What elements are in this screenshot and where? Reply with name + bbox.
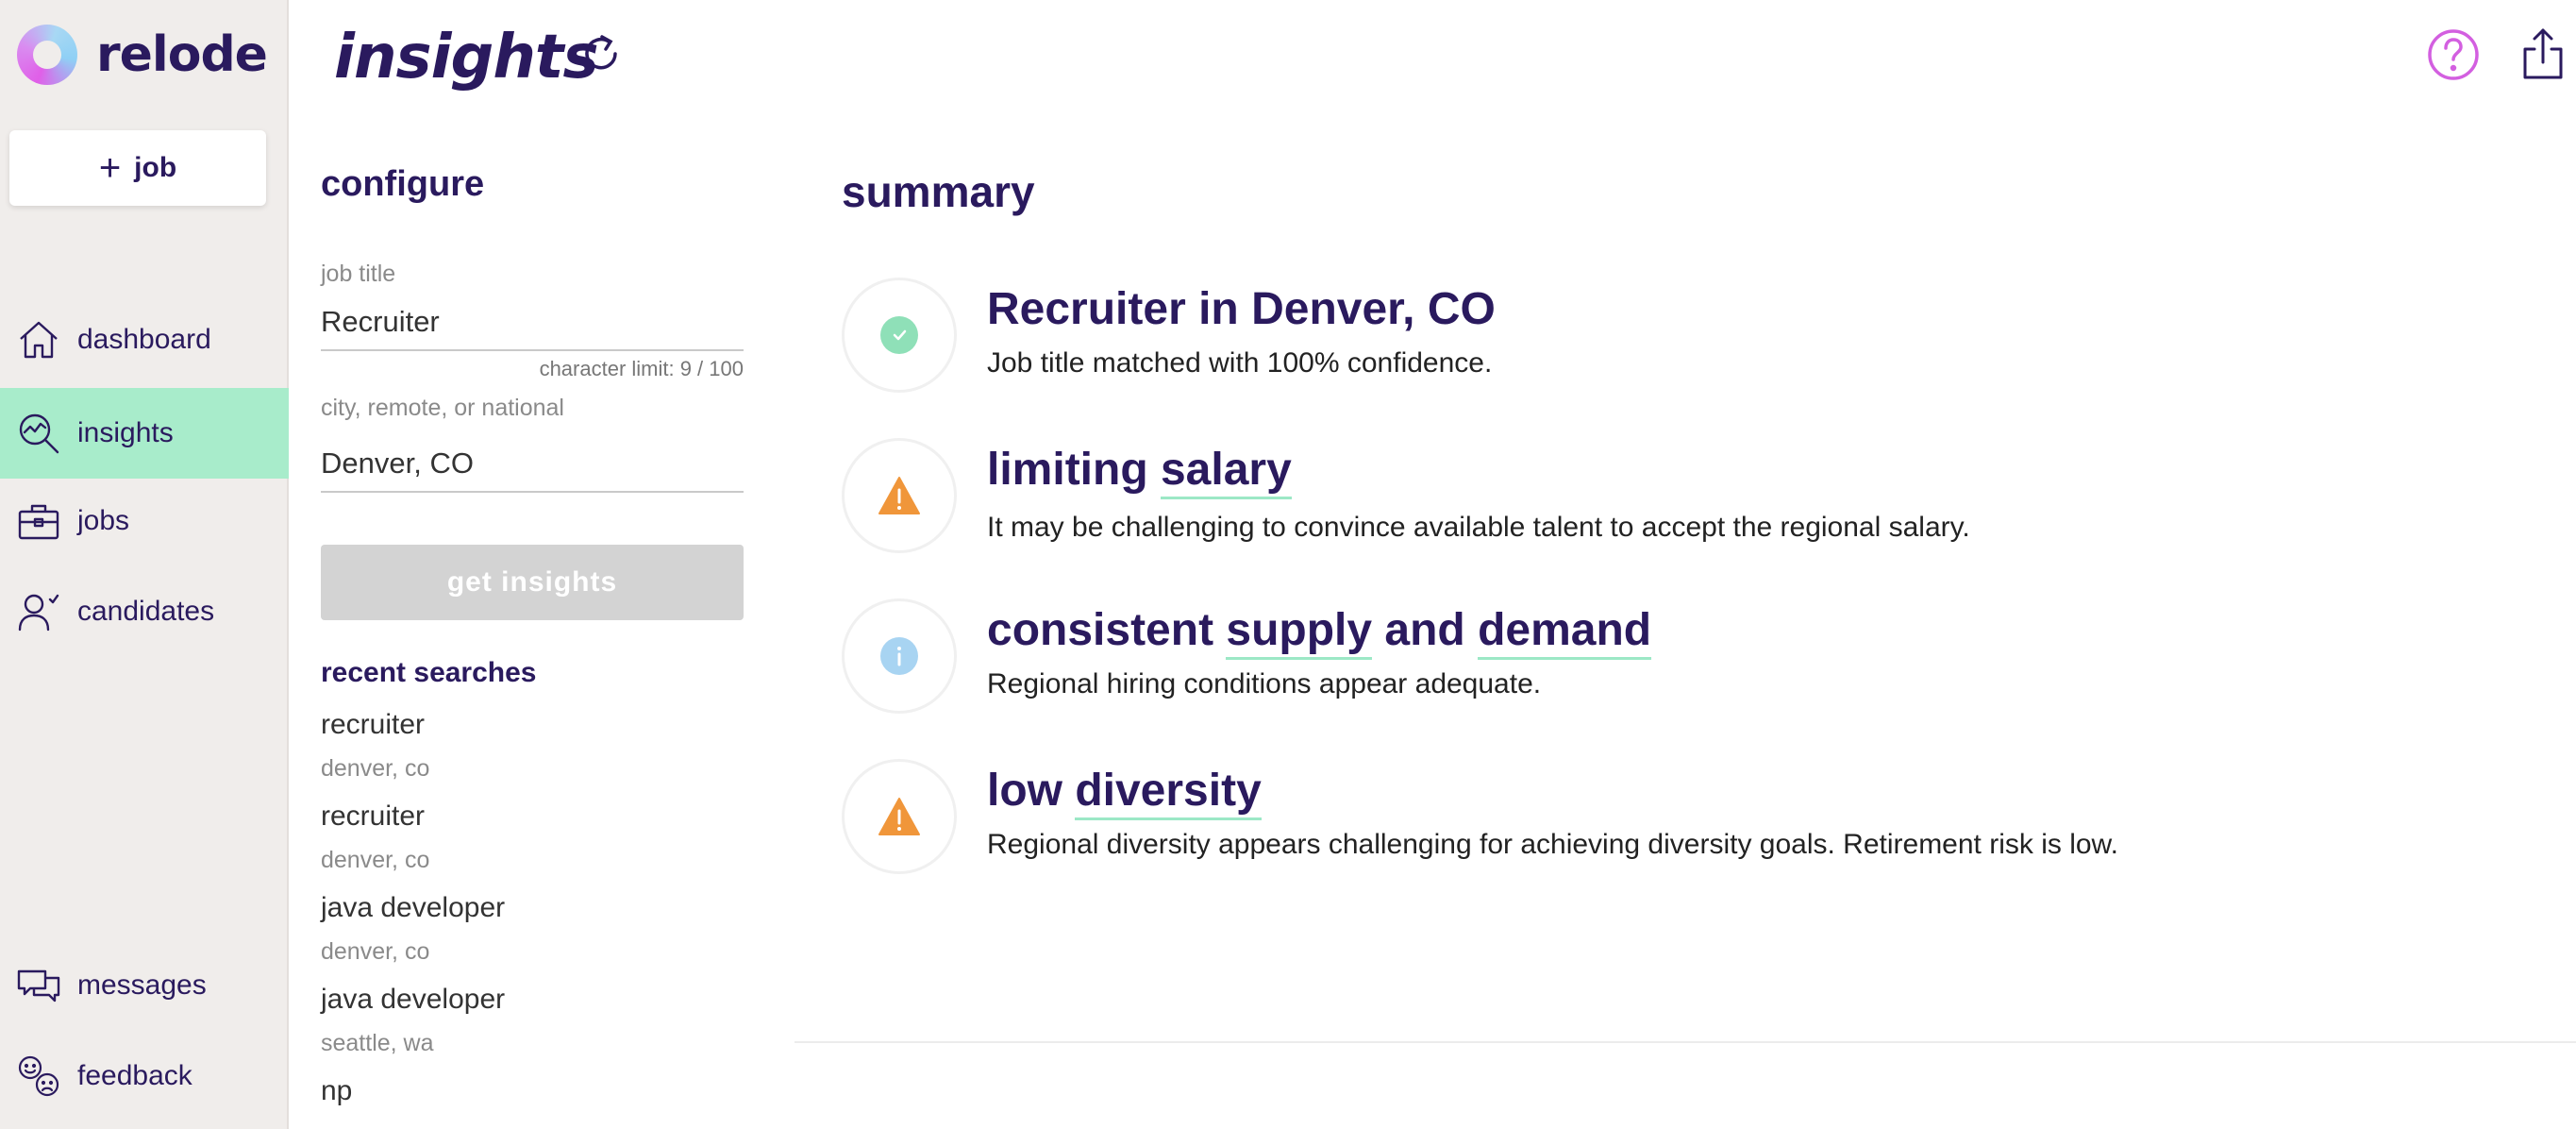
heading-text: and bbox=[1372, 605, 1479, 655]
info-icon bbox=[880, 637, 918, 675]
recent-search-location: seattle, wa bbox=[321, 1030, 434, 1056]
heading-text: low bbox=[987, 766, 1076, 816]
insights-icon bbox=[19, 413, 59, 454]
sidebar-item-label: messages bbox=[77, 969, 207, 1001]
recent-search-location: denver, co bbox=[321, 938, 430, 965]
messages-icon bbox=[17, 969, 60, 1003]
logo[interactable]: relode bbox=[17, 23, 268, 87]
sidebar-item-jobs[interactable]: jobs bbox=[0, 487, 289, 555]
recent-search-location: denver, co bbox=[321, 755, 430, 782]
summary-row-job-match: Recruiter in Denver, CO Job title matche… bbox=[842, 278, 2540, 400]
recent-search-job: np bbox=[321, 1075, 353, 1106]
logo-mark-icon bbox=[17, 25, 77, 85]
plus-icon: + bbox=[98, 147, 122, 189]
summary-row-heading: low diversity bbox=[987, 765, 1262, 820]
location-label: city, remote, or national bbox=[321, 395, 564, 421]
summary-row-description: It may be challenging to convince availa… bbox=[987, 512, 1970, 543]
heading-text: limiting bbox=[987, 445, 1161, 495]
summary-row-heading: consistent supply and demand bbox=[987, 604, 1652, 660]
sidebar-item-label: candidates bbox=[77, 596, 215, 627]
summary-row-description: Job title matched with 100% confidence. bbox=[987, 347, 1493, 379]
help-icon[interactable] bbox=[2427, 28, 2480, 81]
sidebar-item-feedback[interactable]: feedback bbox=[0, 1042, 289, 1110]
recent-search-item[interactable]: np bbox=[321, 1072, 755, 1129]
status-circle bbox=[842, 438, 957, 553]
status-circle bbox=[842, 759, 957, 874]
summary-row-diversity: low diversity Regional diversity appears… bbox=[842, 759, 2540, 882]
sidebar-item-label: dashboard bbox=[77, 324, 211, 355]
summary-title: summary bbox=[842, 167, 1035, 216]
heading-text: consistent bbox=[987, 605, 1227, 655]
get-insights-button[interactable]: get insights bbox=[321, 545, 744, 620]
job-title-input[interactable] bbox=[321, 295, 744, 351]
location-input[interactable] bbox=[321, 436, 744, 493]
job-title-label: job title bbox=[321, 261, 396, 287]
recent-search-item[interactable]: java developer denver, co bbox=[321, 889, 755, 981]
check-icon bbox=[880, 316, 918, 354]
recent-search-job: recruiter bbox=[321, 800, 426, 832]
recent-search-job: java developer bbox=[321, 892, 506, 923]
share-icon[interactable] bbox=[2517, 26, 2568, 81]
summary-row-heading: limiting salary bbox=[987, 444, 1292, 499]
warning-icon bbox=[878, 477, 920, 514]
summary-row-supply-demand: consistent supply and demand Regional hi… bbox=[842, 598, 2540, 721]
supply-link[interactable]: supply bbox=[1226, 605, 1373, 660]
logo-text: relode bbox=[96, 26, 268, 83]
recent-search-item[interactable]: java developer seattle, wa bbox=[321, 981, 755, 1072]
sidebar-item-label: insights bbox=[77, 417, 174, 448]
status-circle bbox=[842, 598, 957, 714]
divider bbox=[795, 1041, 2576, 1043]
sidebar-item-candidates[interactable]: candidates bbox=[0, 578, 289, 646]
recent-searches-title: recent searches bbox=[321, 657, 537, 688]
sidebar-item-messages[interactable]: messages bbox=[0, 952, 289, 1019]
home-icon bbox=[20, 321, 58, 359]
sidebar-item-insights[interactable]: insights bbox=[0, 388, 289, 479]
sidebar: relode + job dashboard insights jobs can… bbox=[0, 0, 289, 1129]
briefcase-icon bbox=[18, 504, 59, 540]
configure-title: configure bbox=[321, 164, 485, 204]
status-circle bbox=[842, 278, 957, 393]
recent-search-job: recruiter bbox=[321, 709, 426, 740]
sidebar-item-dashboard[interactable]: dashboard bbox=[0, 306, 289, 374]
recent-search-location: denver, co bbox=[321, 847, 430, 873]
candidate-icon bbox=[18, 594, 59, 632]
refresh-icon[interactable] bbox=[577, 30, 625, 77]
recent-search-job: java developer bbox=[321, 984, 506, 1015]
sidebar-item-label: feedback bbox=[77, 1060, 192, 1091]
sidebar-item-label: jobs bbox=[77, 505, 130, 536]
salary-link[interactable]: salary bbox=[1160, 445, 1292, 499]
warning-icon bbox=[878, 798, 920, 835]
page-title: insights bbox=[334, 23, 599, 93]
summary-row-salary: limiting salary It may be challenging to… bbox=[842, 438, 2540, 561]
demand-link[interactable]: demand bbox=[1478, 605, 1652, 660]
recent-search-item[interactable]: recruiter denver, co bbox=[321, 706, 755, 798]
summary-row-heading: Recruiter in Denver, CO bbox=[987, 284, 1496, 334]
feedback-icon bbox=[18, 1055, 59, 1097]
character-limit: character limit: 9 / 100 bbox=[539, 357, 744, 380]
add-job-label: job bbox=[134, 152, 177, 183]
summary-row-description: Regional hiring conditions appear adequa… bbox=[987, 668, 1542, 699]
add-job-button[interactable]: + job bbox=[9, 130, 266, 206]
recent-searches-list: recruiter denver, co recruiter denver, c… bbox=[321, 706, 755, 1129]
recent-search-item[interactable]: recruiter denver, co bbox=[321, 798, 755, 889]
diversity-link[interactable]: diversity bbox=[1075, 766, 1262, 820]
summary-row-description: Regional diversity appears challenging f… bbox=[987, 829, 2118, 860]
